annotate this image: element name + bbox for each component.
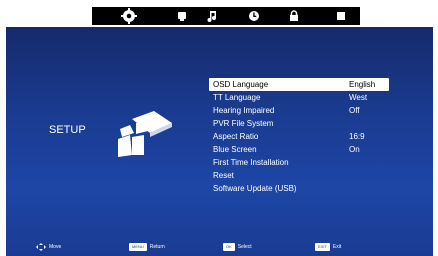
ok-key[interactable]: OK xyxy=(223,243,235,251)
menu-item-value: West xyxy=(349,93,368,102)
footer-exit: EXIT Exit xyxy=(315,243,341,251)
clock-icon[interactable] xyxy=(245,7,263,25)
menu-tab-bar xyxy=(92,7,360,25)
square-icon[interactable] xyxy=(332,7,350,25)
menu-item-value: 16:9 xyxy=(349,132,365,141)
move-label: Move xyxy=(49,244,62,250)
setup-screen: SETUP OSD Language English TT Language West… xyxy=(6,27,433,256)
menu-item-label: Aspect Ratio xyxy=(213,132,259,141)
menu-item[interactable]: Software Update (USB) xyxy=(209,182,389,195)
menu-item[interactable]: Hearing Impaired Off xyxy=(209,104,389,117)
footer-hint-bar: Move MENU Return OK Select EXIT Exit xyxy=(6,239,433,256)
setup-blocks-icon xyxy=(114,107,176,159)
menu-item[interactable]: First Time Installation xyxy=(209,156,389,169)
menu-item-value: Off xyxy=(349,106,360,115)
menu-item-label: PVR File System xyxy=(213,119,274,128)
gear-icon[interactable] xyxy=(120,7,138,25)
menu-item-label: First Time Installation xyxy=(213,158,289,167)
exit-label: Exit xyxy=(332,244,342,250)
tv-icon[interactable] xyxy=(173,7,191,25)
return-label: Return xyxy=(149,244,165,250)
menu-item-label: Software Update (USB) xyxy=(213,184,297,193)
menu-item-label: TT Language xyxy=(213,93,261,102)
menu-item[interactable]: TT Language West xyxy=(209,91,389,104)
menu-item-value: English xyxy=(349,80,376,89)
exit-key[interactable]: EXIT xyxy=(315,243,330,251)
music-note-icon[interactable] xyxy=(203,7,221,25)
menu-item-label: Hearing Impaired xyxy=(213,106,275,115)
menu-item-label: Blue Screen xyxy=(213,145,257,154)
menu-item[interactable]: OSD Language English xyxy=(209,78,389,91)
menu-item[interactable]: Aspect Ratio 16:9 xyxy=(209,130,389,143)
menu-item[interactable]: PVR File System xyxy=(209,117,389,130)
select-label: Select xyxy=(237,244,252,250)
menu-item-value: On xyxy=(349,145,360,154)
menu-item[interactable]: Blue Screen On xyxy=(209,143,389,156)
settings-menu: OSD Language English TT Language West Hearin… xyxy=(209,78,389,195)
menu-item-label: OSD Language xyxy=(213,80,269,89)
footer-move: Move xyxy=(36,243,61,251)
footer-select: OK Select xyxy=(223,243,252,251)
menu-item[interactable]: Reset xyxy=(209,169,389,182)
menu-key[interactable]: MENU xyxy=(129,243,147,251)
lock-icon[interactable] xyxy=(285,7,303,25)
move-arrows-icon xyxy=(36,243,46,251)
page-title: SETUP xyxy=(49,124,86,136)
menu-item-label: Reset xyxy=(213,171,234,180)
footer-return: MENU Return xyxy=(129,243,165,251)
